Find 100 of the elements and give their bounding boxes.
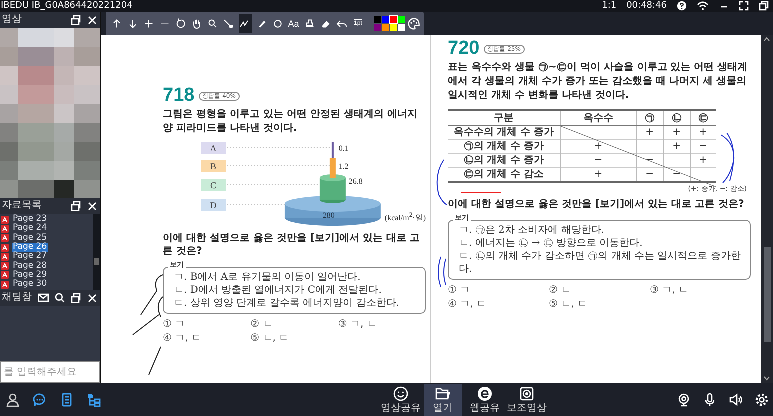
hand-icon — [191, 18, 204, 30]
fullscreen-icon[interactable] — [739, 1, 749, 11]
table-cell: + — [636, 126, 664, 140]
level-label: D — [201, 199, 226, 211]
table-cell: + — [690, 126, 716, 140]
scrollbar[interactable] — [761, 35, 773, 383]
answer-option[interactable]: ③ ㄱ, ㄴ — [338, 319, 426, 331]
leader-line — [226, 204, 286, 206]
statement-text: ㄴ. 에너지는 ㉡ → ㉢ 방향으로 이동한다. — [459, 237, 644, 250]
statement-text: ㄱ. B에서 A로 유기물의 이동이 일어난다. — [174, 271, 362, 284]
question-text: 표는 옥수수와 생물 ㉠~㉢이 먹이 사슬을 이루고 있는 어떤 생태계에서 각 생물의 개체 수가 증가 또는 감소했을 때 나머지 세 생물의 일시적인 개체 수 변화를 나타낸 것이다. — [448, 61, 749, 103]
energy-value: 26.8 — [348, 177, 363, 186]
folder-tree-icon[interactable] — [87, 392, 101, 406]
statement-text: ㄱ. ㉠은 2차 소비자에 해당한다. — [459, 224, 606, 237]
mail-icon[interactable] — [38, 293, 49, 303]
answer-option[interactable]: ④ ㄱ, ㄷ — [163, 333, 251, 345]
answer-option[interactable]: ⑤ ㄴ, ㄷ — [250, 333, 338, 345]
speaker-icon[interactable] — [729, 392, 743, 406]
answer-option[interactable]: ② ㄴ — [549, 285, 650, 297]
color-swatch[interactable] — [390, 24, 397, 31]
table-cell: + — [560, 140, 636, 154]
table-cell: − — [663, 168, 690, 182]
column-header: ㉠ — [636, 110, 664, 126]
smiley-icon — [393, 386, 409, 402]
color-swatch[interactable] — [390, 16, 397, 23]
statement-text: ㄷ. ㉡의 개체 수가 감소하면 ㉠의 개체 수는 일시적으로 증가한다. — [459, 250, 742, 276]
close-icon[interactable] — [87, 293, 97, 303]
popout-icon[interactable] — [71, 15, 81, 25]
popout-icon[interactable] — [71, 293, 81, 303]
answer-option[interactable]: ① ㄱ — [163, 319, 251, 331]
close-icon[interactable] — [87, 201, 97, 211]
restore-icon[interactable] — [759, 1, 769, 11]
wifi-icon — [697, 1, 709, 11]
color-swatch[interactable] — [398, 24, 405, 31]
row-header: ㉠의 개체 수 증가 — [448, 140, 560, 154]
row-header: 옥수수의 개체 수 증가 — [448, 126, 560, 140]
table-cell: − — [560, 154, 636, 168]
settings-icon[interactable] — [755, 392, 769, 406]
table-cell: − — [690, 140, 716, 154]
answer-option[interactable]: ④ ㄱ, ㄷ — [448, 299, 549, 311]
question-prompt: 이에 대한 설명으로 옳은 것만을 [보기]에서 있는 대로 고른 것은? — [163, 232, 421, 258]
question-prompt: 이에 대한 설명으로 옳은 것만을 [보기]에서 있는 대로 고른 것은? — [448, 198, 746, 211]
document-icon[interactable] — [60, 392, 74, 406]
color-swatch[interactable] — [382, 16, 389, 23]
webcam-icon[interactable] — [677, 392, 691, 406]
microphone-icon[interactable] — [703, 392, 717, 406]
page-list-item[interactable]: Page 23 — [12, 215, 48, 224]
text-tool-button[interactable]: Aa — [287, 14, 300, 33]
toolbar-button[interactable]: 영상공유 — [382, 384, 420, 416]
brush-icon — [223, 18, 236, 30]
statement-text: ㄴ. D에서 방출된 열에너지가 C에게 전달된다. — [174, 284, 383, 297]
toolbar-button[interactable]: 열기 — [424, 384, 462, 416]
color-swatch[interactable] — [374, 16, 381, 23]
color-swatch[interactable] — [382, 24, 389, 31]
table-cell: + — [690, 154, 716, 168]
toolbar-button[interactable]: 보조영상 — [508, 384, 546, 416]
column-header: ㉢ — [690, 110, 716, 126]
question-number: 720 — [448, 39, 480, 59]
color-swatch[interactable] — [374, 24, 381, 31]
scroll-down-icon[interactable] — [764, 376, 770, 381]
toolbar-button[interactable]: 웹공유 — [466, 384, 504, 416]
row-header: ㉡의 개체 수 증가 — [448, 154, 560, 168]
elapsed-time: 00:48:46 — [626, 0, 667, 12]
energy-value: 280 — [322, 210, 335, 220]
scrollbar[interactable] — [93, 214, 100, 290]
level-label: C — [201, 179, 226, 191]
column-header: 옥수수 — [560, 110, 636, 126]
panel-title: 자료목록 — [2, 200, 42, 212]
circle-icon — [272, 18, 284, 30]
page-list-item[interactable]: Page 29 — [12, 270, 48, 280]
scroll-thumb[interactable] — [764, 247, 770, 342]
tool-button[interactable] — [238, 14, 252, 33]
help-icon[interactable] — [677, 1, 687, 11]
message-field[interactable]: 를 입력해주세요 — [0, 361, 100, 383]
answer-option[interactable]: ③ ㄱ, ㄴ — [650, 285, 751, 297]
page-list-item[interactable]: Page 25 — [12, 234, 48, 243]
person-icon[interactable] — [6, 392, 20, 406]
answer-option[interactable]: ① ㄱ — [448, 285, 549, 297]
table-cell: − — [636, 154, 664, 168]
statement-text: ㄷ. 상위 영양 단계로 갈수록 에너지양이 감소한다. — [174, 297, 400, 310]
palette-icon[interactable] — [408, 16, 420, 30]
energy-value: 1.2 — [338, 162, 349, 171]
popout-icon[interactable] — [71, 201, 81, 211]
energy-value: 0.1 — [338, 144, 349, 154]
page-list-item[interactable]: Page 27 — [12, 252, 48, 262]
chat-icon[interactable] — [33, 392, 47, 406]
close-icon[interactable] — [87, 15, 97, 25]
answer-option[interactable]: ② ㄴ — [250, 319, 338, 331]
scroll-up-icon[interactable] — [764, 37, 770, 42]
answer-option[interactable]: ⑤ ㄴ, ㄷ — [549, 299, 650, 311]
table-cell: + — [663, 140, 690, 154]
question-number: 718 — [163, 86, 195, 106]
page-list-item[interactable]: Page 24 — [12, 224, 48, 234]
search-icon[interactable] — [55, 293, 65, 303]
table-cell: − — [636, 168, 664, 182]
page-list-item[interactable]: Page 26 — [12, 243, 48, 252]
page-list-item[interactable]: Page 30 — [12, 280, 48, 290]
question-text: 그림은 평형을 이루고 있는 어떤 안정된 생태계의 에너지양 피라미드를 나타낸 것이다. — [163, 108, 418, 136]
plus-icon — [142, 18, 155, 30]
page-list-item[interactable]: Page 28 — [12, 262, 48, 271]
